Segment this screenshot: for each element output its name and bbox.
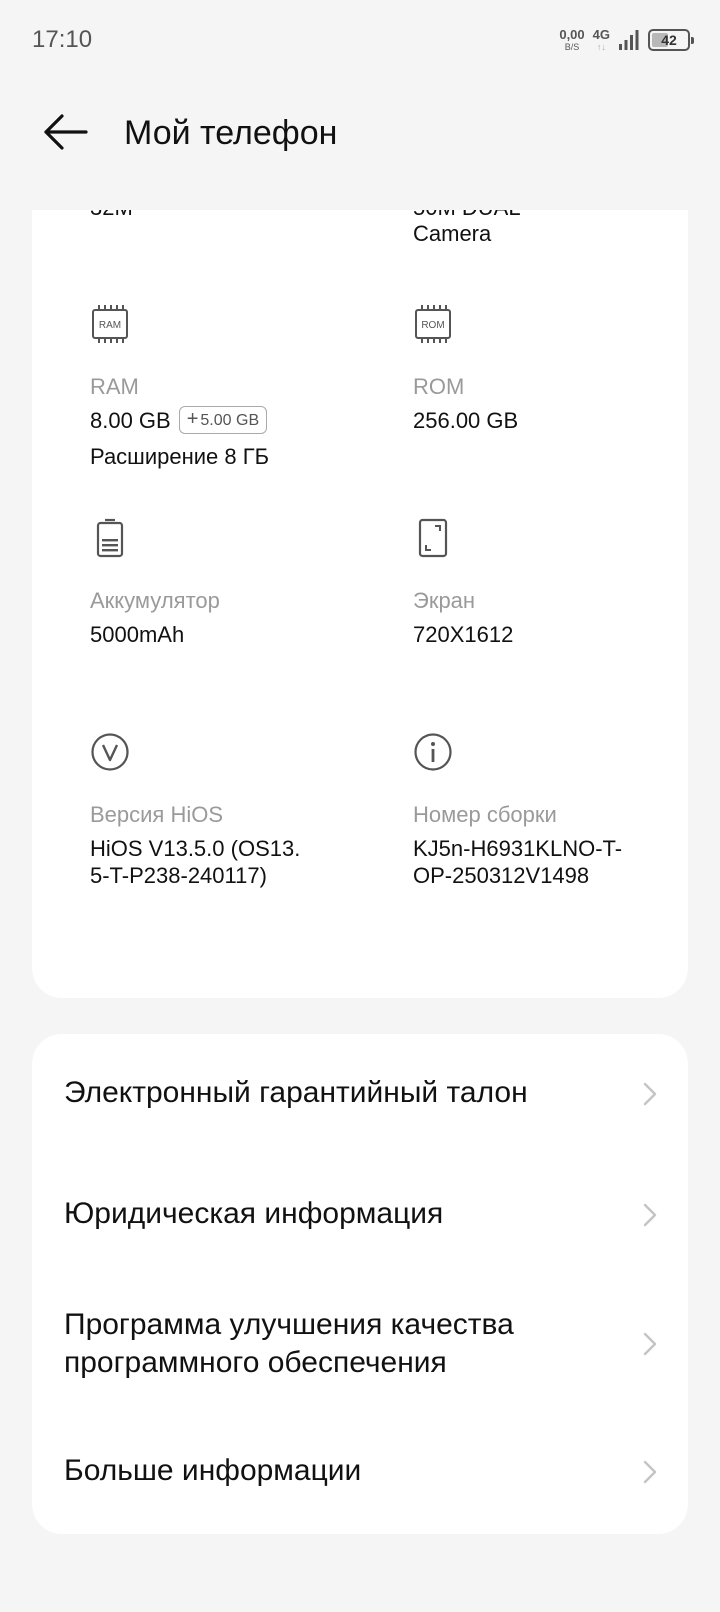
spec-ram-label: RAM	[90, 374, 139, 400]
ram-chip-icon: RAM	[90, 304, 130, 344]
spec-hios-version: Версия HiOS HiOS V13.5.0 (OS13. 5-T-P238…	[90, 732, 380, 772]
ram-extension-label: Расширение 8 ГБ	[90, 444, 269, 470]
arrow-left-icon[interactable]	[40, 110, 94, 154]
camera-front-value: 32M	[90, 210, 133, 222]
spec-screen-value: 720X1612	[413, 621, 513, 649]
spec-rom-label: ROM	[413, 374, 464, 400]
camera-rear-value-line2: Camera	[413, 220, 491, 248]
spec-battery-value: 5000mAh	[90, 621, 184, 649]
specs-card: 32M 50M DUAL Camera RAM RAM 8.00 GB+5.00…	[32, 210, 688, 998]
spec-hios-value-line2: 5-T-P238-240117)	[90, 862, 267, 890]
info-icon	[413, 732, 453, 772]
menu-item-improvement-label-line2: программного обеспечения	[64, 1344, 447, 1382]
spec-build-value-line2: OP-250312V1498	[413, 862, 589, 890]
spec-rom: ROM ROM 256.00 GB	[413, 304, 688, 344]
spec-build-label: Номер сборки	[413, 802, 557, 828]
battery-level: 42	[661, 32, 677, 48]
battery-icon	[90, 518, 130, 558]
battery-icon: 42	[648, 29, 690, 51]
spec-screen-label: Экран	[413, 588, 475, 614]
menu-item-warranty-label: Электронный гарантийный талон	[64, 1074, 528, 1112]
page-title: Мой телефон	[124, 114, 337, 153]
status-icons: 0,00 B/S 4G ↑↓ 42	[559, 24, 690, 56]
menu-item-legal-label: Юридическая информация	[64, 1195, 443, 1233]
spec-battery: Аккумулятор 5000mAh	[90, 518, 380, 558]
spec-battery-label: Аккумулятор	[90, 588, 220, 614]
menu-item-more-info[interactable]: Больше информации	[32, 1414, 688, 1534]
spec-screen: Экран 720X1612	[413, 518, 688, 558]
ram-chip-icon-text: RAM	[99, 320, 121, 331]
rom-chip-icon: ROM	[413, 304, 453, 344]
network-speed-value: 0,00	[559, 28, 584, 41]
spec-ram: RAM RAM 8.00 GB+5.00 GB Расширение 8 ГБ	[90, 304, 380, 344]
menu-item-legal[interactable]: Юридическая информация	[32, 1154, 688, 1274]
menu-item-improvement-program[interactable]: Программа улучшения качества программног…	[32, 1274, 688, 1414]
signal-icon	[618, 29, 640, 51]
spec-rom-value: 256.00 GB	[413, 407, 518, 435]
version-icon	[90, 732, 130, 772]
chevron-right-icon	[642, 1202, 658, 1228]
chevron-right-icon	[642, 1081, 658, 1107]
spec-build-number: Номер сборки KJ5n-H6931KLNO-T- OP-250312…	[413, 732, 688, 772]
spec-ram-value: 8.00 GB +5.00 GB	[90, 407, 267, 436]
rom-chip-icon-text: ROM	[421, 320, 444, 331]
menu-item-warranty[interactable]: Электронный гарантийный талон	[32, 1034, 688, 1154]
status-time: 17:10	[32, 26, 92, 54]
network-arrows: ↑↓	[597, 43, 606, 52]
menu-item-more-info-label: Больше информации	[64, 1452, 361, 1490]
status-bar: 17:10 0,00 B/S 4G ↑↓ 42	[0, 0, 720, 80]
ram-value: 8.00 GB	[90, 408, 171, 433]
screen-icon	[413, 518, 453, 558]
ram-extension-amount: 5.00 GB	[200, 412, 259, 429]
chevron-right-icon	[642, 1459, 658, 1485]
menu-item-improvement-label-line1: Программа улучшения качества	[64, 1306, 514, 1344]
network-speed-unit: B/S	[565, 43, 580, 52]
plus-icon: +	[187, 408, 199, 430]
spec-hios-label: Версия HiOS	[90, 802, 223, 828]
network-speed: 0,00 B/S	[559, 28, 584, 52]
app-header: Мой телефон	[0, 96, 720, 176]
spec-hios-value-line1: HiOS V13.5.0 (OS13.	[90, 835, 300, 863]
menu-card: Электронный гарантийный талон Юридическа…	[32, 1034, 688, 1534]
spec-build-value-line1: KJ5n-H6931KLNO-T-	[413, 835, 622, 863]
network-type-label: 4G	[593, 28, 610, 41]
chevron-right-icon	[642, 1331, 658, 1357]
ram-extension-badge: +5.00 GB	[179, 406, 267, 434]
network-type: 4G ↑↓	[593, 28, 610, 52]
